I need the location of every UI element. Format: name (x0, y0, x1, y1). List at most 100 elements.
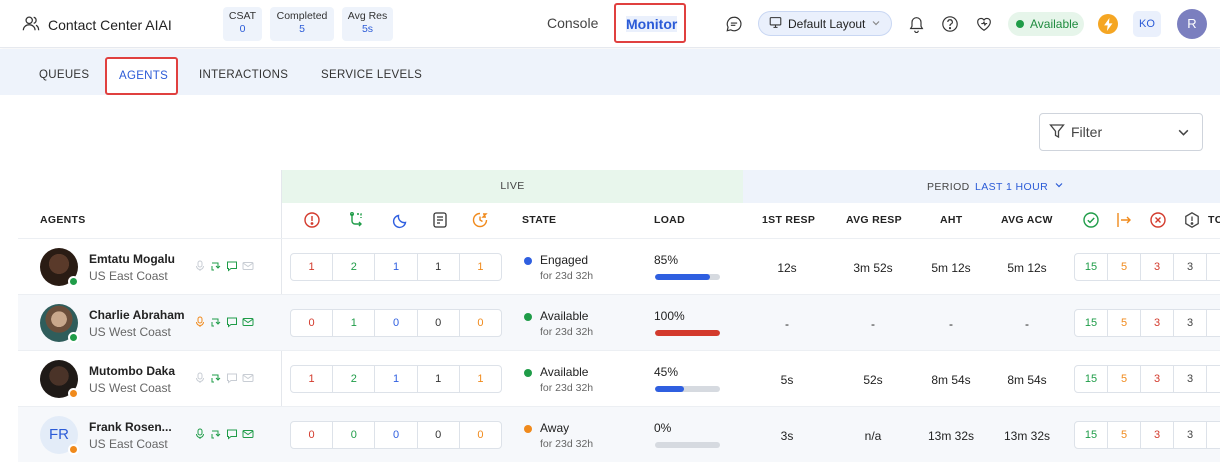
heart-icon[interactable] (974, 14, 994, 34)
agent-region: US West Coast (89, 325, 171, 339)
mic-icon (196, 428, 204, 439)
stat-avg-res[interactable]: Avg Res 5s (342, 7, 393, 41)
tab-agents[interactable]: AGENTS (105, 57, 178, 95)
cancel-circle-icon[interactable] (1149, 211, 1167, 229)
transfer-icon (211, 374, 221, 383)
stat-csat-label: CSAT (228, 10, 257, 22)
col-avg-acw: AVG ACW (1001, 214, 1053, 226)
load-percent: 85% (654, 253, 679, 267)
app-title: Contact Center AIAI (48, 16, 172, 33)
metric-aht: 13m 32s (927, 429, 975, 443)
metric-first-resp: 5s (780, 373, 794, 387)
period-counts: 15 5 3 3 (1074, 253, 1220, 281)
tab-interactions[interactable]: INTERACTIONS (199, 69, 288, 81)
check-circle-icon[interactable] (1082, 211, 1100, 229)
mail-icon (242, 430, 254, 438)
channel-icons (194, 316, 254, 328)
period-completed-count: 15 (1075, 366, 1108, 392)
live-notes-count: 0 (418, 422, 460, 448)
user-avatar[interactable]: R (1177, 9, 1207, 39)
period-forwarded-count: 5 (1108, 254, 1141, 280)
load-bar-fill (655, 274, 711, 280)
agent-row[interactable]: Emtatu Mogalu US East Coast 1 2 1 1 1 En… (18, 238, 1220, 294)
stat-completed[interactable]: Completed 5 (270, 7, 334, 41)
warning-hex-icon[interactable] (1183, 211, 1201, 229)
period-select[interactable]: LAST 1 HOUR (975, 181, 1048, 193)
period-completed-count: 15 (1075, 310, 1108, 336)
nav-monitor-label: Monitor (626, 16, 678, 32)
agent-row[interactable]: FR Frank Rosen... US East Coast 0 0 0 0 … (18, 406, 1220, 462)
layout-select[interactable]: Default Layout (758, 11, 892, 36)
tab-queues[interactable]: QUEUES (39, 69, 89, 81)
chevron-down-icon (871, 17, 881, 31)
tab-agents-label: AGENTS (119, 70, 169, 82)
stat-avg-res-value: 5s (361, 23, 374, 35)
live-wait-count: 0 (477, 429, 484, 441)
period-cancelled-count: 3 (1141, 366, 1174, 392)
state-duration: for 23d 32h (540, 270, 594, 282)
col-agents: AGENTS (40, 214, 86, 226)
live-wait-count: 1 (477, 261, 484, 273)
chevron-down-icon[interactable] (1054, 180, 1064, 193)
message-icon (227, 317, 237, 328)
live-alert-count: 0 (291, 310, 334, 336)
stat-csat[interactable]: CSAT 0 (223, 7, 262, 41)
agent-row[interactable]: Mutombo Daka US West Coast 1 2 1 1 1 Ava… (18, 350, 1220, 406)
user-initials-badge[interactable]: KO (1133, 11, 1161, 37)
nav-monitor[interactable]: Monitor (614, 3, 686, 43)
load-bar-fill (655, 386, 685, 392)
live-notes-count: 0 (418, 310, 460, 336)
period-warning-count: 3 (1174, 422, 1207, 448)
live-idle-count: 0 (375, 422, 418, 448)
mail-icon (242, 262, 254, 270)
metric-avg-acw: 13m 32s (1003, 429, 1051, 443)
channel-icons (194, 260, 254, 272)
transfer-icon (211, 262, 221, 271)
forward-icon[interactable] (1115, 211, 1133, 229)
col-aht: AHT (940, 214, 963, 226)
bell-icon[interactable] (906, 14, 926, 34)
clock-icon[interactable] (471, 211, 489, 229)
live-idle-count: 1 (375, 254, 418, 280)
tab-service-levels[interactable]: SERVICE LEVELS (321, 69, 422, 81)
availability-status[interactable]: Available (1008, 12, 1084, 36)
agent-row[interactable]: Charlie Abraham US West Coast 0 1 0 0 0 … (18, 294, 1220, 350)
channel-icons (194, 372, 254, 384)
metric-avg-resp: 3m 52s (853, 261, 893, 275)
top-bar: Contact Center AIAI CSAT 0 Completed 5 A… (0, 0, 1220, 48)
live-counts: 1 2 1 1 1 (290, 365, 502, 393)
period-warning-count: 3 (1174, 310, 1207, 336)
notes-icon[interactable] (431, 211, 449, 229)
moon-icon[interactable] (392, 211, 410, 229)
col-load: LOAD (654, 214, 685, 226)
nav-console[interactable]: Console (547, 15, 598, 31)
chat-icon[interactable] (724, 14, 744, 34)
alert-icon[interactable] (303, 211, 321, 229)
stat-completed-label: Completed (276, 10, 328, 22)
filter-dropdown[interactable]: Filter (1039, 113, 1203, 151)
live-counts: 0 0 0 0 0 (290, 421, 502, 449)
presence-dot (68, 332, 79, 343)
load-percent: 0% (654, 421, 672, 435)
help-icon[interactable] (940, 14, 960, 34)
presence-dot (68, 388, 79, 399)
channel-icons (194, 428, 254, 440)
filter-label: Filter (1071, 124, 1103, 140)
mic-icon (196, 260, 204, 271)
load-bar (655, 274, 720, 280)
live-wait-count: 0 (477, 317, 484, 329)
live-counts: 1 2 1 1 1 (290, 253, 502, 281)
live-alert-count: 1 (291, 366, 334, 392)
metric-avg-acw: 5m 12s (1007, 261, 1047, 275)
bolt-icon[interactable] (1098, 14, 1118, 34)
message-icon (227, 373, 237, 384)
stat-csat-value: 0 (239, 23, 246, 35)
state-dot (524, 425, 532, 433)
col-state: STATE (522, 214, 557, 226)
transfer-icon[interactable] (347, 211, 365, 229)
metric-first-resp: 12s (777, 261, 797, 275)
col-truncated: TC (1208, 214, 1220, 226)
period-forwarded-count: 5 (1108, 366, 1141, 392)
live-transfer-count: 2 (333, 254, 376, 280)
live-wait-count: 1 (477, 373, 484, 385)
